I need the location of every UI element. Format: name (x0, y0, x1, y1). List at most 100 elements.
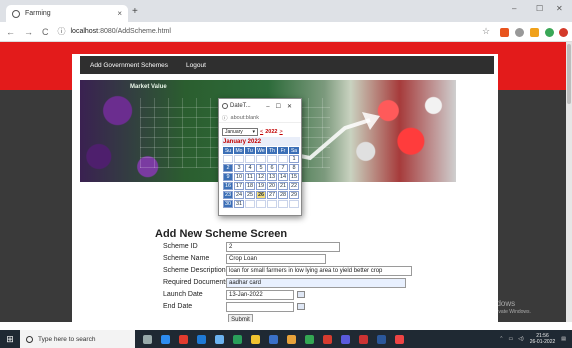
menu-item-add-government-schemes[interactable]: Add Government Schemes (90, 62, 168, 69)
end-date-calendar-icon[interactable] (297, 303, 305, 310)
scheme-description-input[interactable]: loan for small farmers in low lying area… (226, 266, 412, 276)
calendar-day[interactable]: 24 (234, 191, 244, 199)
calendar-day[interactable]: 26 (256, 191, 266, 199)
calendar-day[interactable]: 7 (278, 164, 288, 172)
calendar-day[interactable]: 31 (234, 200, 244, 208)
popup-window-controls[interactable]: –☐✕ (266, 103, 298, 110)
calendar-day[interactable]: 11 (245, 173, 255, 181)
browser-tab[interactable]: Farming × (6, 5, 128, 22)
prev-year-button[interactable]: < (260, 129, 263, 135)
calendar-empty-cell (223, 155, 233, 163)
calendar-day[interactable]: 16 (223, 182, 233, 190)
scheme-name-input[interactable]: Crop Loan (226, 254, 326, 264)
calendar-day[interactable]: 6 (267, 164, 277, 172)
app-icon[interactable] (359, 334, 368, 344)
calendar-day[interactable]: 20 (267, 182, 277, 190)
app-icon[interactable] (395, 334, 404, 344)
volume-icon[interactable]: ◁) (518, 336, 524, 342)
network-icon[interactable]: ▭ (508, 336, 513, 342)
activate-windows-watermark: Activate Windows Go to Settings to activ… (452, 299, 531, 315)
task-view-icon[interactable] (161, 334, 170, 344)
calendar-day[interactable]: 14 (278, 173, 288, 181)
tab-close-icon[interactable]: × (117, 9, 122, 18)
calendar-day[interactable]: 22 (289, 182, 299, 190)
info-icon[interactable]: ⓘ (58, 26, 66, 37)
app-icon[interactable] (323, 334, 332, 344)
file-explorer-icon[interactable] (251, 334, 260, 344)
search-icon (26, 335, 33, 343)
calendar-day[interactable]: 4 (245, 164, 255, 172)
calendar-day[interactable]: 18 (245, 182, 255, 190)
weekday-header: We (256, 147, 266, 154)
calendar-day[interactable]: 17 (234, 182, 244, 190)
maximize-icon[interactable]: ☐ (536, 4, 543, 13)
calendar-day[interactable]: 2 (223, 164, 233, 172)
word-icon[interactable] (377, 334, 386, 344)
chevron-down-icon: ▾ (252, 129, 255, 135)
launch-date-input[interactable]: 13-Jan-2022 (226, 290, 294, 300)
weekday-header: Fr (278, 147, 288, 154)
calendar-day[interactable]: 10 (234, 173, 244, 181)
url-field[interactable]: localhost:8080/AddScheme.html (71, 28, 171, 35)
calendar-day[interactable]: 25 (245, 191, 255, 199)
forward-icon[interactable]: → (24, 27, 33, 37)
calendar-day[interactable]: 29 (289, 191, 299, 199)
reload-icon[interactable]: C (42, 27, 49, 37)
calendar-day[interactable]: 30 (223, 200, 233, 208)
weekday-header: Th (267, 147, 277, 154)
calendar-empty-cell (278, 155, 288, 163)
app-icon[interactable] (269, 334, 278, 344)
taskbar-search[interactable]: Type here to search (20, 330, 135, 348)
app-icon[interactable] (215, 334, 224, 344)
app-icon[interactable] (341, 334, 350, 344)
calendar-day[interactable]: 13 (267, 173, 277, 181)
clock-date: 26-01-2022 (529, 339, 556, 345)
calendar-day[interactable]: 8 (289, 164, 299, 172)
notification-icon[interactable]: ▤ (561, 336, 566, 342)
mic-icon[interactable] (143, 334, 152, 344)
close-window-icon[interactable]: ✕ (556, 4, 563, 13)
edge-icon[interactable] (197, 334, 206, 344)
tray-chevron-icon[interactable]: ⌃ (499, 336, 503, 342)
app-icon[interactable] (179, 334, 188, 344)
calendar-day[interactable]: 19 (256, 182, 266, 190)
extension-icon[interactable] (545, 28, 554, 37)
calendar-day[interactable]: 1 (289, 155, 299, 163)
windows-start-icon[interactable]: ⊞ (0, 330, 20, 348)
end-date-input[interactable] (226, 302, 294, 312)
app-icon[interactable] (287, 334, 296, 344)
calendar-empty-cell (267, 200, 277, 208)
extension-icon[interactable] (530, 28, 539, 37)
minimize-icon[interactable]: – (512, 4, 516, 13)
weekday-header: Mo (234, 147, 244, 154)
app-icon[interactable] (233, 334, 242, 344)
bookmark-star-icon[interactable]: ☆ (482, 26, 491, 36)
calendar-day[interactable]: 3 (234, 164, 244, 172)
scheme-id-input[interactable]: 2 (226, 242, 340, 252)
calendar-day[interactable]: 23 (223, 191, 233, 199)
back-icon[interactable]: ← (6, 27, 15, 37)
calendar-empty-cell (245, 200, 255, 208)
clock[interactable]: 21:56 26-01-2022 (530, 333, 556, 345)
menu-item-logout[interactable]: Logout (186, 62, 206, 69)
calendar-day[interactable]: 5 (256, 164, 266, 172)
new-tab-icon[interactable]: + (132, 6, 138, 17)
calendar-day[interactable]: 12 (256, 173, 266, 181)
calendar-day[interactable]: 21 (278, 182, 288, 190)
launch-date-calendar-icon[interactable] (297, 291, 305, 298)
calendar-day[interactable]: 15 (289, 173, 299, 181)
scrollbar-thumb[interactable] (567, 44, 571, 104)
month-title: January 2022 (222, 137, 300, 146)
calendar-day[interactable]: 9 (223, 173, 233, 181)
calendar-day[interactable]: 28 (278, 191, 288, 199)
extension-icon[interactable] (500, 28, 509, 37)
submit-button[interactable]: Submit (228, 314, 253, 322)
extension-icon[interactable] (515, 28, 524, 37)
chrome-icon[interactable] (305, 334, 314, 344)
month-select[interactable]: January ▾ (222, 128, 258, 136)
required-documents-input[interactable]: aadhar card (226, 278, 406, 288)
page-scrollbar[interactable] (566, 42, 572, 322)
profile-icon[interactable] (559, 28, 568, 37)
next-year-button[interactable]: > (279, 129, 282, 135)
calendar-day[interactable]: 27 (267, 191, 277, 199)
